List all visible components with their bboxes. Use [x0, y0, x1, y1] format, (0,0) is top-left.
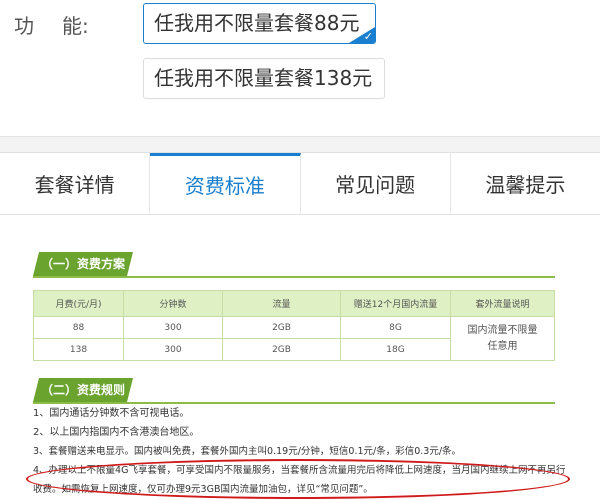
function-label-part: 功	[14, 14, 34, 38]
overage-note-cell: 国内流量不限量 任意用	[450, 316, 555, 361]
section-title: （二）资费规则	[33, 378, 133, 402]
fee-table: 月费(元/月) 分钟数 流量 赠送12个月国内流量 套外流量说明 88 300 …	[33, 290, 555, 361]
rule-item: 2、以上国内指国内不含港澳台地区。	[33, 427, 200, 438]
column-header: 赠送12个月国内流量	[340, 290, 451, 317]
section-title: （一）资费方案	[33, 252, 133, 276]
section-header-fee-rules: （二）资费规则	[33, 378, 555, 404]
table-cell: 300	[123, 338, 223, 361]
divider-band	[0, 136, 600, 153]
column-header: 分钟数	[123, 290, 223, 317]
overage-note-line: 国内流量不限量	[467, 324, 538, 336]
table-cell: 138	[33, 338, 124, 361]
table-header-row: 月费(元/月) 分钟数 流量 赠送12个月国内流量 套外流量说明	[33, 290, 555, 317]
option-138[interactable]: 任我用不限量套餐138元	[143, 58, 385, 99]
table-cell: 8G	[340, 316, 451, 339]
table-cell: 2GB	[222, 338, 341, 361]
table-row: 88 300 2GB 8G 国内流量不限量 任意用	[33, 316, 555, 361]
tab-tips[interactable]: 温馨提示	[451, 153, 600, 214]
overage-note-line: 任意用	[487, 340, 518, 352]
table-cell: 300	[123, 316, 223, 339]
column-header: 月费(元/月)	[33, 290, 124, 317]
tab-fee-standard[interactable]: 资费标准	[150, 153, 301, 214]
table-cell: 2GB	[222, 316, 341, 339]
option-label: 任我用不限量套餐138元	[154, 66, 373, 90]
check-icon: ✓	[363, 30, 373, 43]
option-label: 任我用不限量套餐88元	[154, 11, 360, 35]
column-header: 套外流量说明	[450, 290, 555, 317]
rule-item: 1、国内通话分钟数不含可视电话。	[33, 408, 190, 419]
tab-faq[interactable]: 常见问题	[301, 153, 451, 214]
table-cell: 88	[33, 316, 124, 339]
highlight-ellipse	[26, 459, 570, 499]
column-header: 流量	[222, 290, 341, 317]
function-label-part: 能:	[62, 14, 89, 38]
tab-package-details[interactable]: 套餐详情	[0, 153, 151, 214]
section-header-fee-plan: （一）资费方案	[33, 252, 555, 278]
option-88[interactable]: 任我用不限量套餐88元 ✓	[143, 3, 376, 44]
table-cell: 18G	[340, 338, 451, 361]
tab-bar: 套餐详情 资费标准 常见问题 温馨提示	[0, 153, 600, 215]
